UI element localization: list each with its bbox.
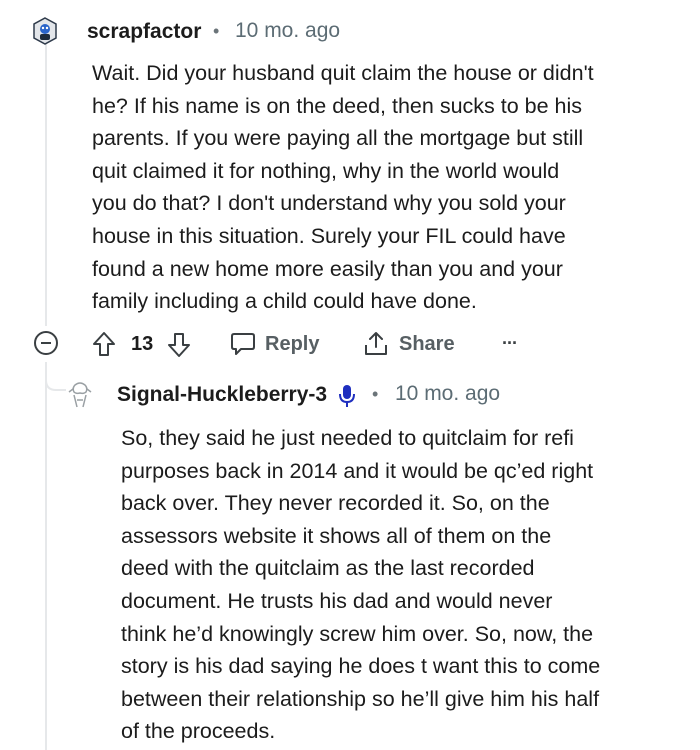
comment-line: you do that? I don't understand why you … [92,191,566,216]
reply-line: think he’d knowingly screw him over. So,… [121,621,594,646]
thread-branch [45,362,66,391]
comment-username[interactable]: scrapfactor [87,20,201,44]
reply-body: So, they said he just needed to quitclai… [121,422,681,748]
separator-dot: • [372,384,379,404]
reply-line: document. He trusts his dad and would ne… [121,588,553,613]
vote-count: 13 [131,333,154,355]
comment-line: found a new home more easily than you an… [92,256,563,281]
comment-line: quit claimed it for nothing, why in the … [92,158,560,183]
share-button[interactable]: Share [364,331,455,357]
reply-line: story is his dad saying he does t want t… [121,654,601,679]
reply-line: of the proceeds. [121,719,276,744]
collapse-thread-button[interactable] [34,331,58,355]
comment-line: he? If his name is on the deed, then suc… [92,93,583,118]
user-avatar[interactable] [31,17,59,45]
comment-line: family including a child could have done… [92,289,477,314]
comment-body: Wait. Did your husband quit claim the ho… [92,57,672,318]
reply-line: purposes back in 2014 and it would be qc… [121,458,594,483]
reply-label: Reply [265,332,320,355]
reply-timestamp[interactable]: 10 mo. ago [395,382,500,406]
user-avatar[interactable] [66,380,94,408]
upvote-icon[interactable] [92,331,116,357]
reply-line: assessors website it shows all of them o… [121,523,552,548]
share-label: Share [399,332,455,355]
comment-line: Wait. Did your husband quit claim the ho… [92,61,594,85]
reply-button[interactable]: Reply [230,331,319,357]
reply-line: deed with the quitclaim as the last reco… [121,556,535,581]
comment-line: house in this situation. Surely your FIL… [92,223,566,248]
comment-line: parents. If you were paying all the mort… [92,126,584,151]
thread-line [45,44,47,326]
reply-line: between their relationship so he’ll give… [121,686,600,711]
thread-line [45,362,47,750]
microphone-icon [339,385,355,407]
separator-dot: • [213,21,220,41]
reply-line: back over. They never recorded it. So, o… [121,491,550,516]
share-icon [365,332,387,355]
comment-timestamp[interactable]: 10 mo. ago [235,19,340,43]
more-options-button[interactable]: ··· [502,333,518,354]
downvote-icon[interactable] [167,332,191,358]
reply-username[interactable]: Signal-Huckleberry-3 [117,383,327,407]
reply-line: So, they said he just needed to quitclai… [121,426,574,450]
comment-bubble-icon [231,333,255,355]
